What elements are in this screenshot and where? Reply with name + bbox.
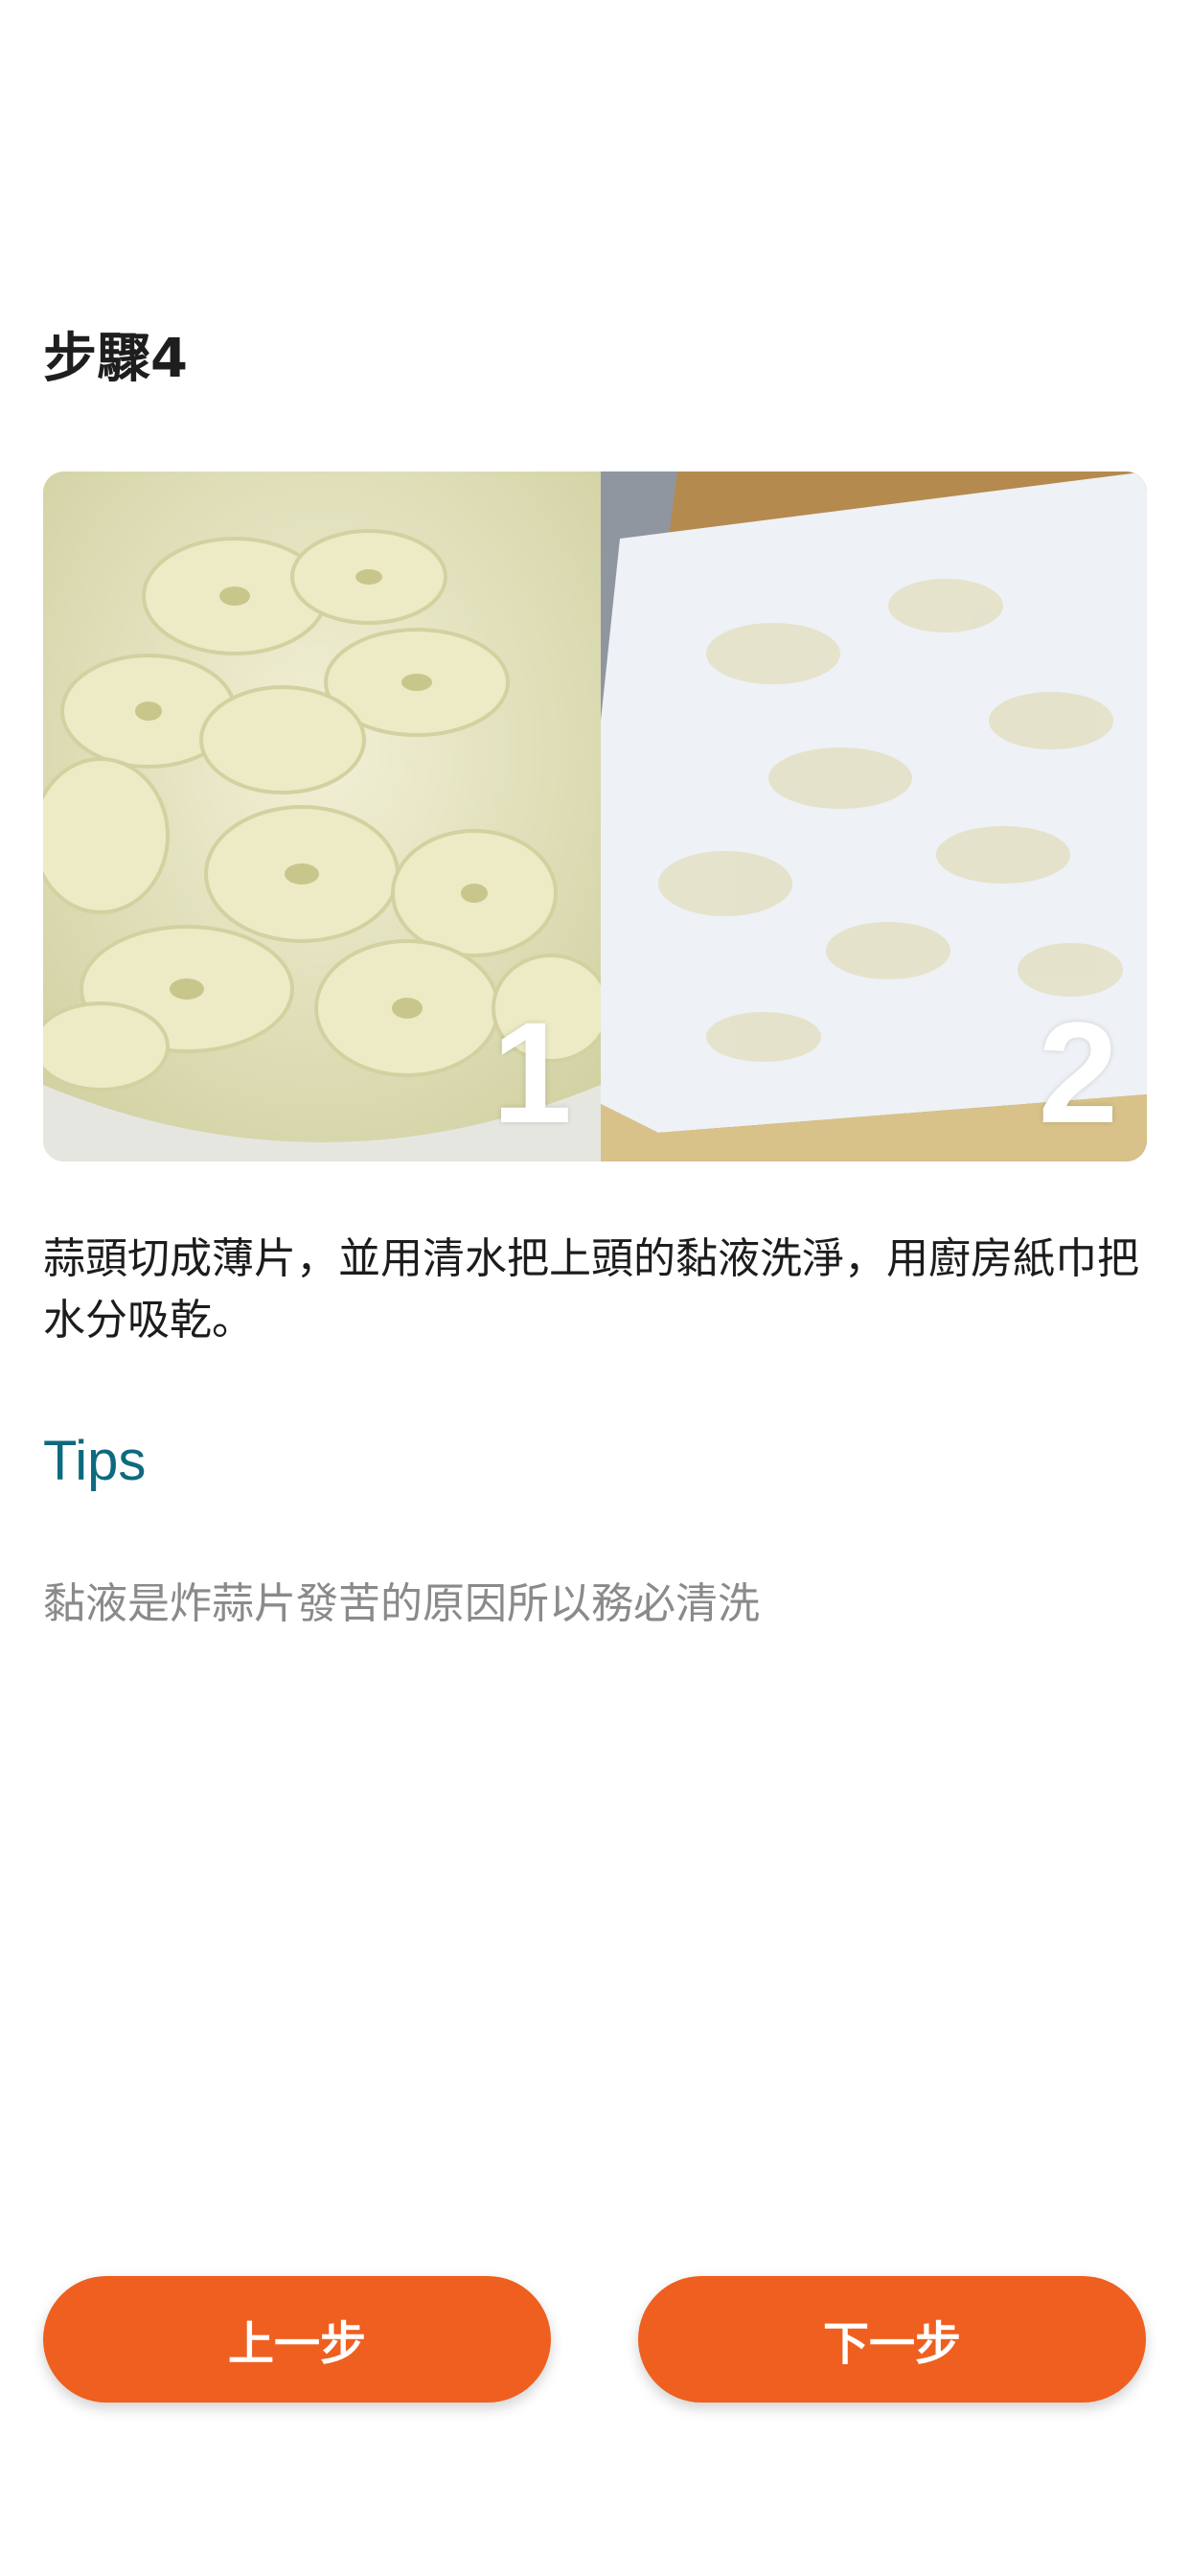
- next-step-label: 下一步: [822, 2317, 961, 2371]
- step-image-panel-2: 2: [601, 472, 1147, 1162]
- previous-step-button[interactable]: 上一步: [43, 2276, 551, 2403]
- step-image: 1 2: [43, 472, 1147, 1162]
- step-image-number-2: 2: [1038, 992, 1118, 1153]
- step-description: 蒜頭切成薄片，並用清水把上頭的黏液洗淨，用廚房紙巾把水分吸乾。: [43, 1234, 1139, 1345]
- tips-title: Tips: [43, 1430, 147, 1492]
- step-image-number-1: 1: [492, 992, 572, 1153]
- next-step-button[interactable]: 下一步: [638, 2276, 1146, 2403]
- step-image-panel-1: 1: [43, 472, 601, 1162]
- previous-step-label: 上一步: [227, 2317, 366, 2371]
- tips-text: 黏液是炸蒜片發苦的原因所以務必清洗: [43, 1579, 760, 1628]
- step-title: 步驟4: [43, 328, 188, 390]
